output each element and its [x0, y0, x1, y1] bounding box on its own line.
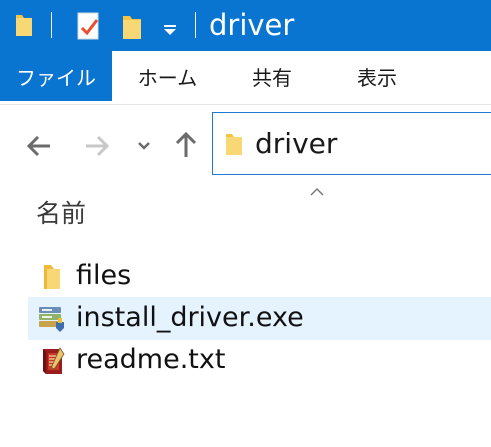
- tab-file[interactable]: ファイル: [0, 51, 112, 101]
- recent-locations-button[interactable]: [130, 126, 158, 166]
- arrow-left-icon: [26, 135, 50, 157]
- properties-icon[interactable]: [76, 12, 102, 44]
- column-header-name[interactable]: 名前: [36, 196, 86, 232]
- up-button[interactable]: [168, 126, 204, 166]
- address-bar[interactable]: driver: [212, 112, 491, 175]
- installer-icon: [36, 304, 68, 334]
- separator: [51, 12, 52, 38]
- arrow-up-icon: [175, 131, 197, 157]
- caret-up-icon: [309, 182, 325, 201]
- folder-icon: [224, 132, 244, 160]
- separator: [195, 12, 196, 38]
- folder-icon: [36, 262, 68, 292]
- tab-share[interactable]: 共有: [233, 51, 311, 101]
- folder-icon: [14, 12, 34, 42]
- title-bar: driver: [0, 0, 491, 51]
- list-item[interactable]: files: [28, 255, 491, 298]
- tab-view[interactable]: 表示: [338, 51, 416, 101]
- new-folder-icon[interactable]: [121, 12, 143, 44]
- text-book-icon: [36, 346, 68, 376]
- arrow-right-icon: [86, 135, 110, 157]
- file-name: install_driver.exe: [76, 302, 304, 333]
- customize-dropdown-icon[interactable]: [163, 20, 177, 39]
- tab-home[interactable]: ホーム: [120, 51, 215, 101]
- address-path: driver: [255, 127, 338, 160]
- file-name: files: [76, 260, 132, 291]
- window-title: driver: [209, 8, 295, 42]
- chevron-down-icon: [138, 142, 150, 150]
- back-button[interactable]: [22, 126, 58, 166]
- list-item[interactable]: install_driver.exe: [28, 297, 491, 340]
- forward-button[interactable]: [80, 126, 116, 166]
- file-name: readme.txt: [76, 344, 226, 375]
- list-item[interactable]: readme.txt: [28, 339, 491, 382]
- ribbon-tabs: ファイル ホーム 共有 表示: [0, 51, 491, 105]
